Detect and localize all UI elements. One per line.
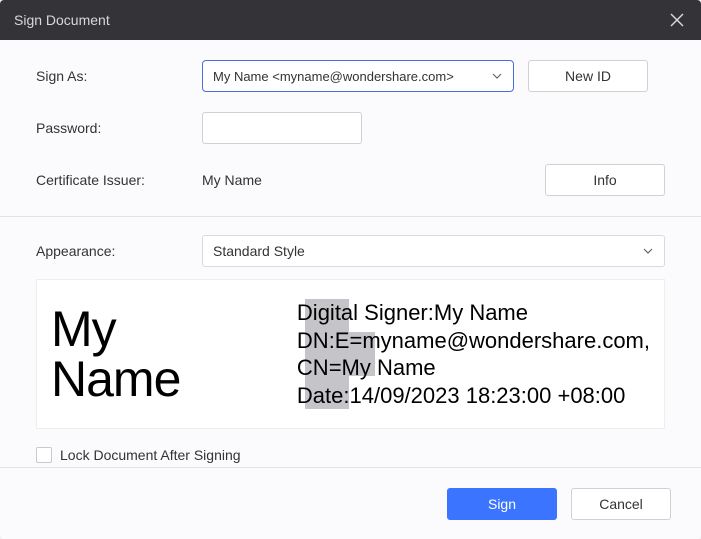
row-lock: Lock Document After Signing <box>36 447 665 463</box>
row-appearance: Appearance: Standard Style <box>36 235 665 267</box>
sign-button[interactable]: Sign <box>447 488 557 520</box>
appearance-value: Standard Style <box>213 243 305 259</box>
close-icon[interactable] <box>667 10 687 30</box>
sign-as-label: Sign As: <box>36 68 202 84</box>
divider <box>0 216 701 217</box>
row-password: Password: <box>36 112 665 144</box>
info-button[interactable]: Info <box>545 164 665 196</box>
row-sign-as: Sign As: My Name <myname@wondershare.com… <box>36 60 665 92</box>
row-issuer: Certificate Issuer: My Name Info <box>36 164 665 196</box>
preview-line-dn: DN:E=myname@wondershare.com, CN=My Name <box>297 327 650 382</box>
lock-label: Lock Document After Signing <box>60 447 241 463</box>
preview-line-signer: Digital Signer:My Name <box>297 299 650 327</box>
cancel-button[interactable]: Cancel <box>571 488 671 520</box>
appearance-dropdown[interactable]: Standard Style <box>202 235 665 267</box>
chevron-down-icon <box>642 245 654 257</box>
lock-checkbox[interactable] <box>36 447 52 463</box>
sign-document-dialog: Sign Document Sign As: My Name <myname@w… <box>0 0 701 539</box>
password-label: Password: <box>36 120 202 136</box>
chevron-down-icon <box>491 70 503 82</box>
signature-preview: My Name Digital Signer:My Name DN:E=myna… <box>36 279 665 429</box>
titlebar: Sign Document <box>0 0 701 40</box>
issuer-value: My Name <box>202 172 531 188</box>
dialog-title: Sign Document <box>14 12 110 28</box>
sign-as-value: My Name <myname@wondershare.com> <box>213 69 454 84</box>
appearance-label: Appearance: <box>36 243 202 259</box>
preview-line-date: Date:14/09/2023 18:23:00 +08:00 <box>297 382 650 410</box>
preview-name: My Name <box>51 304 255 404</box>
new-id-button[interactable]: New ID <box>528 60 648 92</box>
issuer-label: Certificate Issuer: <box>36 172 202 188</box>
dialog-content: Sign As: My Name <myname@wondershare.com… <box>0 40 701 539</box>
sign-as-dropdown[interactable]: My Name <myname@wondershare.com> <box>202 60 514 92</box>
preview-details: Digital Signer:My Name DN:E=myname@wonde… <box>255 299 650 409</box>
dialog-footer: Sign Cancel <box>0 467 701 539</box>
password-input[interactable] <box>202 112 362 144</box>
